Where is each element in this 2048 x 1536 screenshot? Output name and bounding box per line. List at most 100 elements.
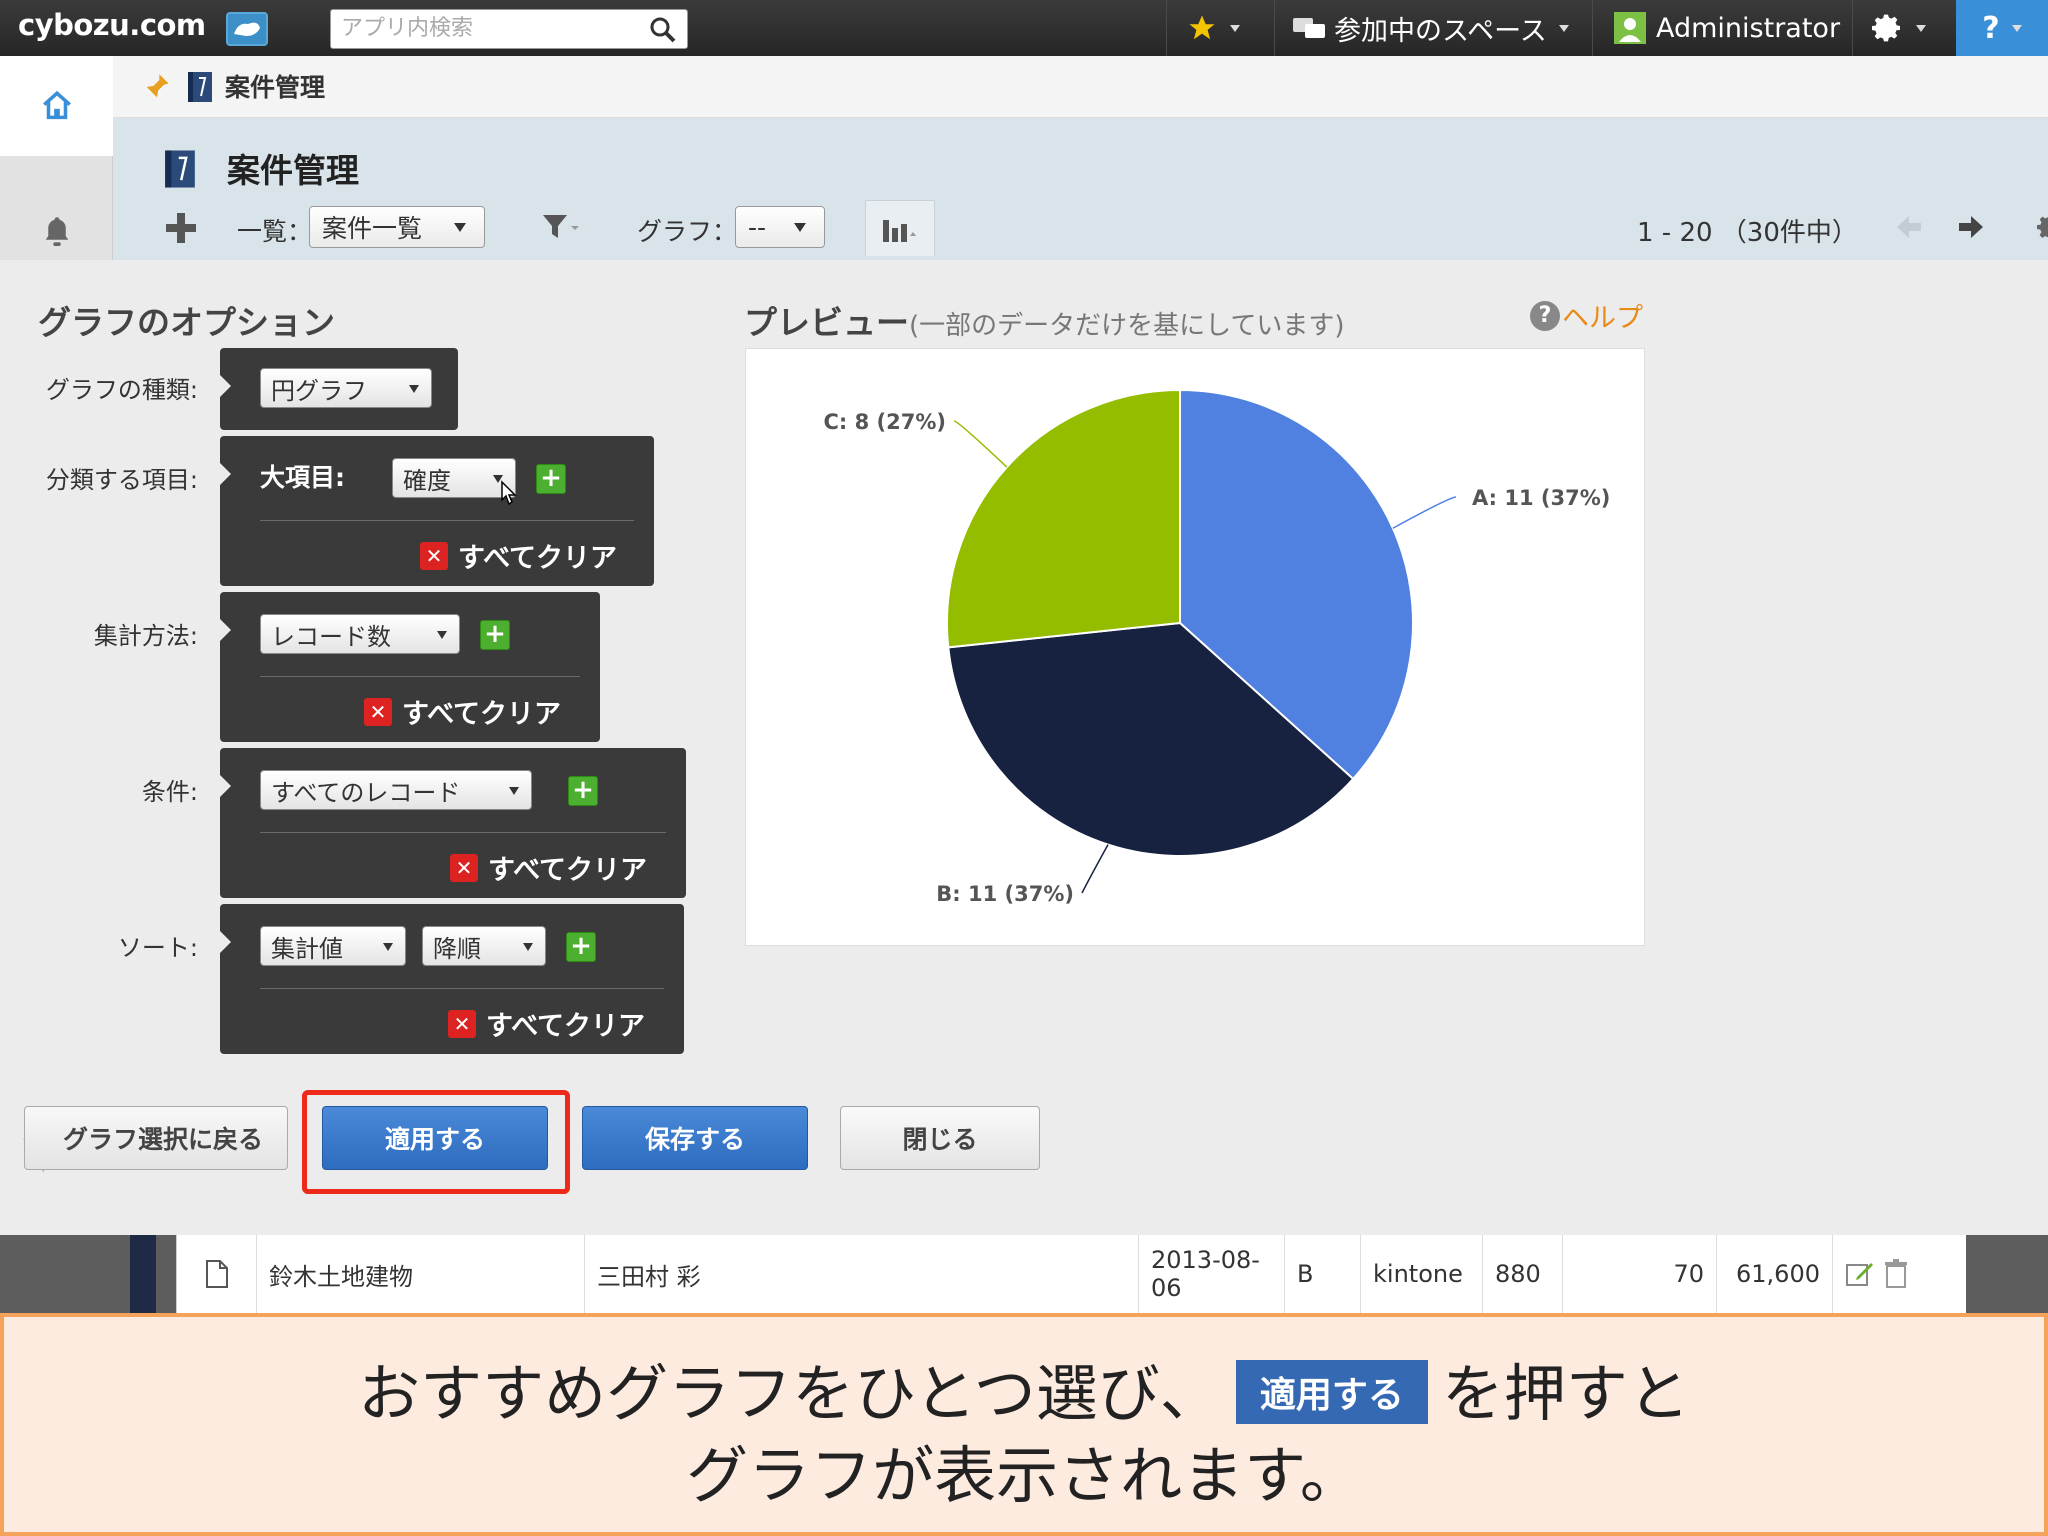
slice-label: A: 11 (37%) [1472, 486, 1610, 510]
condition-label: 条件: [141, 778, 198, 806]
home-button[interactable] [0, 56, 113, 156]
tutorial-caption: おすすめグラフをひとつ選び、 適用する を押すと グラフが表示されます。 [0, 1313, 2048, 1536]
breadcrumb: 案件管理 [113, 56, 2048, 118]
apply-button[interactable]: 適用する [322, 1106, 548, 1170]
caption-text-after: を押すと [1441, 1357, 1690, 1430]
chat-bubbles-icon [1293, 18, 1325, 38]
clear-all-condition-link[interactable]: ✕ すべてクリア [450, 848, 647, 887]
app-search-input[interactable] [331, 10, 631, 46]
table-row[interactable]: 鈴木土地建物 三田村 彩 2013-08-06 B kintone 880 70… [176, 1235, 1966, 1313]
user-name: Administrator [1656, 12, 1841, 44]
clear-all-aggregation-link[interactable]: ✕ すべてクリア [364, 692, 561, 731]
gear-icon[interactable] [2037, 210, 2048, 244]
aggregation-dropdown[interactable]: レコード数 [260, 614, 460, 654]
breadcrumb-app-link[interactable]: 案件管理 [225, 68, 325, 104]
add-record-button[interactable] [163, 210, 199, 246]
caption-line-1: おすすめグラフをひとつ選び、 適用する を押すと [4, 1343, 2044, 1433]
add-sort-button[interactable]: + [566, 932, 596, 962]
cybozu-logo[interactable]: cybozu.com [18, 8, 206, 42]
topbar-divider [1166, 0, 1167, 56]
chart-type-value: 円グラフ [271, 376, 367, 405]
graph-label: グラフ： [637, 217, 738, 246]
sort-field-dropdown[interactable]: 集計値 [260, 926, 406, 966]
sort-field-value: 集計値 [271, 934, 343, 963]
chart-type-box: 円グラフ [219, 348, 458, 430]
chevron-down-icon [383, 943, 393, 951]
view-select[interactable]: 案件一覧 [309, 206, 485, 248]
chart-type-dropdown[interactable]: 円グラフ [260, 368, 432, 408]
caption-apply-badge: 適用する [1235, 1359, 1428, 1424]
settings-menu[interactable] [1872, 0, 1926, 56]
search-icon[interactable] [649, 16, 677, 44]
home-icon [42, 90, 71, 120]
topbar-divider [1592, 0, 1593, 56]
help-link[interactable]: ? ヘルプ [1530, 296, 1643, 335]
chevron-down-icon [1558, 24, 1569, 32]
chevron-down-icon [1916, 24, 1926, 32]
sort-order-value: 降順 [433, 934, 481, 963]
favorites-menu[interactable] [1186, 0, 1240, 56]
group-by-box: 大項目: 確度 + ✕ すべてクリア [219, 436, 654, 586]
page-title: 案件管理 [227, 151, 359, 190]
sort-label: ソート: [117, 934, 198, 962]
filter-icon[interactable] [541, 212, 581, 242]
add-condition-button[interactable]: + [568, 776, 598, 806]
help-link-label: ヘルプ [1562, 303, 1643, 334]
condition-box: すべてのレコード + ✕ すべてクリア [219, 748, 686, 898]
chart-type-label: グラフの種類: [45, 376, 198, 404]
app-search-box[interactable] [330, 9, 688, 49]
pie-chart: A: 11 (37%) B: 11 (37%) C: 8 (27%) [823, 388, 1610, 906]
chevron-down-icon [1230, 24, 1240, 32]
sort-box: 集計値 降順 + ✕ すべてクリア [219, 904, 684, 1054]
pagination-text: 1 - 20 （30件中） [1637, 218, 1858, 248]
pin-icon[interactable] [143, 72, 171, 102]
trash-icon[interactable] [1883, 1259, 1909, 1289]
spaces-label: 参加中のスペース [1334, 15, 1547, 47]
graph-select[interactable]: -- [735, 206, 825, 248]
help-menu-button[interactable]: ? [1956, 0, 2048, 56]
app-menu-icon[interactable] [226, 12, 268, 46]
divider [260, 832, 666, 833]
left-nav [0, 56, 113, 260]
aggregation-value: レコード数 [271, 622, 391, 651]
rank-cell: B [1285, 1235, 1361, 1313]
sort-order-dropdown[interactable]: 降順 [422, 926, 546, 966]
close-icon: ✕ [450, 853, 478, 882]
view-select-value: 案件一覧 [322, 214, 423, 243]
condition-dropdown[interactable]: すべてのレコード [260, 770, 532, 810]
user-menu[interactable]: Administrator [1614, 0, 1840, 56]
save-button[interactable]: 保存する [582, 1106, 808, 1170]
group-by-dropdown[interactable]: 確度 [392, 458, 516, 498]
clear-all-sort-link[interactable]: ✕ すべてクリア [448, 1004, 645, 1043]
back-to-graph-selection-button[interactable]: グラフ選択に戻る [24, 1106, 288, 1170]
edit-icon[interactable] [1845, 1259, 1875, 1289]
app-book-icon [188, 72, 212, 102]
close-button[interactable]: 閉じる [840, 1106, 1040, 1170]
spaces-menu[interactable]: 参加中のスペース [1292, 0, 1569, 56]
chevron-down-icon [437, 631, 447, 639]
leader-line [1081, 844, 1109, 894]
view-label: 一覧： [237, 217, 313, 246]
question-icon: ? [1530, 300, 1560, 331]
options-title: グラフのオプション [38, 303, 335, 342]
group-by-inner-label: 大項目: [260, 463, 345, 492]
list-edge [130, 1235, 156, 1313]
chart-preview: A: 11 (37%) B: 11 (37%) C: 8 (27%) [745, 348, 1645, 946]
clear-all-group-link[interactable]: ✕ すべてクリア [420, 536, 617, 575]
arrow-left-icon[interactable] [1893, 212, 1925, 242]
graph-button[interactable] [865, 200, 935, 256]
preview-subtitle: (一部のデータだけを基にしています) [909, 311, 1345, 341]
arrow-right-icon[interactable] [1955, 212, 1987, 242]
pie-slice[interactable] [946, 388, 1181, 649]
topbar-divider [1274, 0, 1275, 56]
record-list-strip: 鈴木土地建物 三田村 彩 2013-08-06 B kintone 880 70… [0, 1235, 2048, 1313]
group-by-value: 確度 [403, 466, 451, 495]
add-group-button[interactable]: + [536, 464, 566, 494]
notifications-button[interactable] [0, 206, 113, 256]
add-aggregation-button[interactable]: + [480, 620, 510, 650]
slice-label: C: 8 (27%) [823, 410, 946, 434]
record-detail-cell[interactable] [177, 1235, 257, 1313]
bar-chart-icon [883, 219, 916, 242]
chevron-down-icon [2011, 24, 2022, 32]
leader-line [953, 420, 1008, 468]
